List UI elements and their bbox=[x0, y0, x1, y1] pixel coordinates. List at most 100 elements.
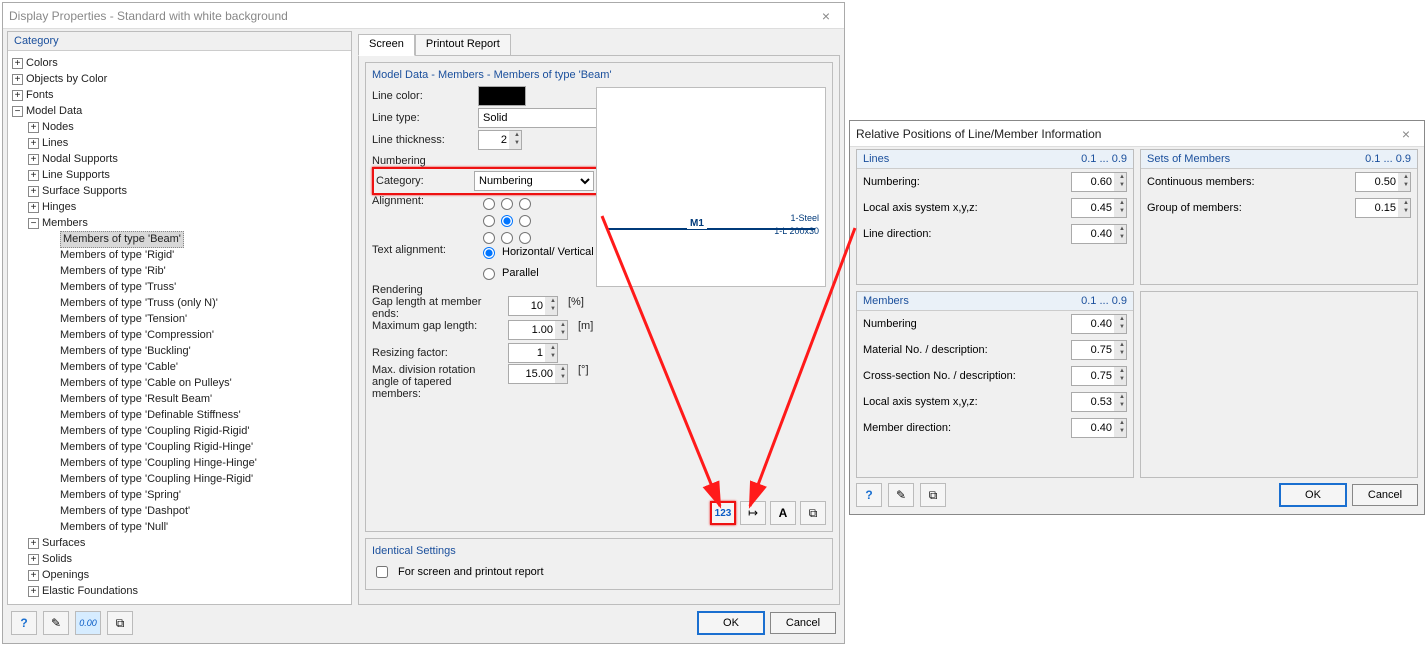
tree-item[interactable]: Colors bbox=[26, 56, 58, 71]
align-radio[interactable] bbox=[501, 232, 513, 244]
close-icon[interactable]: × bbox=[814, 8, 838, 24]
lines-numbering-input[interactable] bbox=[1071, 172, 1127, 192]
member-direction-input[interactable] bbox=[1071, 418, 1127, 438]
expand-icon[interactable]: + bbox=[28, 586, 39, 597]
tree-item[interactable]: Members of type 'Truss (only N)' bbox=[60, 296, 218, 311]
expand-icon[interactable]: + bbox=[12, 58, 23, 69]
members-numbering-input[interactable] bbox=[1071, 314, 1127, 334]
align-radio[interactable] bbox=[501, 215, 513, 227]
expand-icon[interactable]: + bbox=[28, 122, 39, 133]
collapse-icon[interactable]: − bbox=[28, 218, 39, 229]
copy-settings-button[interactable]: ⧉ bbox=[800, 501, 826, 525]
alignment-radio-grid[interactable] bbox=[478, 195, 530, 244]
tree-item[interactable]: Elastic Foundations bbox=[42, 584, 138, 599]
align-radio[interactable] bbox=[519, 198, 531, 210]
tree-item[interactable]: Members of type 'Null' bbox=[60, 520, 168, 535]
tree-item[interactable]: Lines bbox=[42, 136, 68, 151]
tree-item[interactable]: Members of type 'Rib' bbox=[60, 264, 166, 279]
transfer-button[interactable]: ⧉ bbox=[920, 483, 946, 507]
tree-item[interactable]: Members bbox=[42, 216, 88, 231]
tree-item[interactable]: Members of type 'Coupling Rigid-Hinge' bbox=[60, 440, 253, 455]
category-select[interactable]: Numbering bbox=[474, 171, 594, 191]
tree-item[interactable]: Members of type 'Cable' bbox=[60, 360, 178, 375]
edit-button[interactable]: ✎ bbox=[888, 483, 914, 507]
close-icon[interactable]: × bbox=[1394, 126, 1418, 142]
align-radio[interactable] bbox=[483, 198, 495, 210]
tree-item[interactable]: Members of type 'Cable on Pulleys' bbox=[60, 376, 232, 391]
gap-length-input[interactable] bbox=[508, 296, 558, 316]
tree-item[interactable]: Members of type 'Coupling Hinge-Rigid' bbox=[60, 472, 253, 487]
line-color-select[interactable] bbox=[478, 86, 526, 106]
tree-item[interactable]: Surface Supports bbox=[42, 184, 127, 199]
align-radio[interactable] bbox=[501, 198, 513, 210]
tree-item[interactable]: Line Supports bbox=[42, 168, 110, 183]
tree-item[interactable]: Fonts bbox=[26, 88, 54, 103]
cancel-button[interactable]: Cancel bbox=[1352, 484, 1418, 506]
tree-item-selected[interactable]: Members of type 'Beam' bbox=[60, 231, 184, 248]
text-align-parallel-radio[interactable] bbox=[483, 268, 495, 280]
expand-icon[interactable]: + bbox=[28, 170, 39, 181]
ok-button[interactable]: OK bbox=[698, 612, 764, 634]
tree-item[interactable]: Members of type 'Result Beam' bbox=[60, 392, 212, 407]
tree-item[interactable]: Openings bbox=[42, 568, 89, 583]
group-of-members-input[interactable] bbox=[1355, 198, 1411, 218]
tree-item[interactable]: Members of type 'Coupling Rigid-Rigid' bbox=[60, 424, 249, 439]
transfer-button[interactable]: ⧉ bbox=[107, 611, 133, 635]
category-tree[interactable]: +Colors +Objects by Color +Fonts −Model … bbox=[8, 51, 351, 604]
edit-button[interactable]: ✎ bbox=[43, 611, 69, 635]
expand-icon[interactable]: + bbox=[28, 554, 39, 565]
tree-item[interactable]: Members of type 'Spring' bbox=[60, 488, 181, 503]
tree-item[interactable]: Members of type 'Truss' bbox=[60, 280, 176, 295]
tree-item[interactable]: Nodes bbox=[42, 120, 74, 135]
expand-icon[interactable]: + bbox=[28, 186, 39, 197]
tree-item[interactable]: Members of type 'Buckling' bbox=[60, 344, 191, 359]
line-thickness-input[interactable] bbox=[478, 130, 522, 150]
cancel-button[interactable]: Cancel bbox=[770, 612, 836, 634]
units-button[interactable]: 0.00 bbox=[75, 611, 101, 635]
lines-direction-input[interactable] bbox=[1071, 224, 1127, 244]
align-radio[interactable] bbox=[519, 215, 531, 227]
tree-item[interactable]: Members of type 'Coupling Hinge-Hinge' bbox=[60, 456, 257, 471]
lines-direction-label: Line direction: bbox=[863, 228, 1067, 240]
lines-axis-input[interactable] bbox=[1071, 198, 1127, 218]
font-button[interactable]: A bbox=[770, 501, 796, 525]
tab-printout[interactable]: Printout Report bbox=[415, 34, 511, 56]
expand-icon[interactable]: + bbox=[28, 538, 39, 549]
tree-item[interactable]: Members of type 'Rigid' bbox=[60, 248, 174, 263]
resize-input[interactable] bbox=[508, 343, 558, 363]
tree-item[interactable]: Members of type 'Tension' bbox=[60, 312, 187, 327]
align-radio[interactable] bbox=[483, 215, 495, 227]
tree-item[interactable]: Members of type 'Dashpot' bbox=[60, 504, 190, 519]
expand-icon[interactable]: + bbox=[28, 202, 39, 213]
expand-icon[interactable]: + bbox=[28, 138, 39, 149]
continuous-members-input[interactable] bbox=[1355, 172, 1411, 192]
material-desc-input[interactable] bbox=[1071, 340, 1127, 360]
help-button[interactable]: ? bbox=[856, 483, 882, 507]
align-radio[interactable] bbox=[519, 232, 531, 244]
ok-button[interactable]: OK bbox=[1280, 484, 1346, 506]
align-radio[interactable] bbox=[483, 232, 495, 244]
max-div-input[interactable] bbox=[508, 364, 568, 384]
tree-item[interactable]: Surfaces bbox=[42, 536, 85, 551]
tree-item[interactable]: Hinges bbox=[42, 200, 76, 215]
expand-icon[interactable]: + bbox=[12, 74, 23, 85]
tree-item[interactable]: Model Data bbox=[26, 104, 82, 119]
expand-icon[interactable]: + bbox=[12, 90, 23, 101]
line-orientation-button[interactable]: ↦ bbox=[740, 501, 766, 525]
max-gap-input[interactable] bbox=[508, 320, 568, 340]
tab-screen[interactable]: Screen bbox=[358, 34, 415, 56]
tree-item[interactable]: Members of type 'Compression' bbox=[60, 328, 214, 343]
collapse-icon[interactable]: − bbox=[12, 106, 23, 117]
cross-section-input[interactable] bbox=[1071, 366, 1127, 386]
relative-positions-button[interactable]: 123 bbox=[710, 501, 736, 525]
expand-icon[interactable]: + bbox=[28, 154, 39, 165]
members-axis-input[interactable] bbox=[1071, 392, 1127, 412]
tree-item[interactable]: Nodal Supports bbox=[42, 152, 118, 167]
text-align-horizontal-radio[interactable] bbox=[483, 247, 495, 259]
tree-item[interactable]: Members of type 'Definable Stiffness' bbox=[60, 408, 241, 423]
tree-item[interactable]: Solids bbox=[42, 552, 72, 567]
expand-icon[interactable]: + bbox=[28, 570, 39, 581]
for-screen-and-printout-checkbox[interactable] bbox=[376, 566, 388, 578]
help-button[interactable]: ? bbox=[11, 611, 37, 635]
tree-item[interactable]: Objects by Color bbox=[26, 72, 107, 87]
